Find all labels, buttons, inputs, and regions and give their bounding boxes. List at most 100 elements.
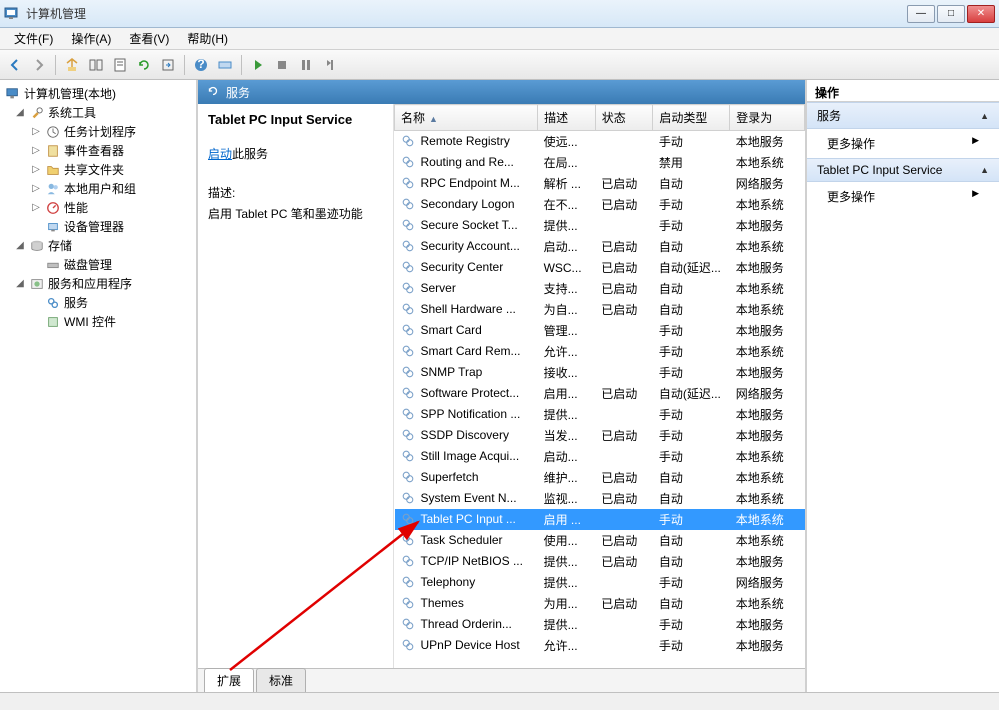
tree-disk-mgmt[interactable]: 磁盘管理 bbox=[2, 255, 194, 274]
tree-wmi[interactable]: WMI 控件 bbox=[2, 312, 194, 331]
service-logon: 本地系统 bbox=[730, 236, 805, 257]
service-row[interactable]: Smart Card管理...手动本地服务 bbox=[395, 320, 805, 341]
service-row[interactable]: Superfetch维护...已启动自动本地系统 bbox=[395, 467, 805, 488]
service-row[interactable]: TCP/IP NetBIOS ...提供...已启动自动本地服务 bbox=[395, 551, 805, 572]
forward-button[interactable] bbox=[28, 54, 50, 76]
service-row[interactable]: UPnP Device Host允许...手动本地服务 bbox=[395, 635, 805, 656]
tree-task-scheduler[interactable]: ▷任务计划程序 bbox=[2, 122, 194, 141]
service-row[interactable]: SNMP Trap接收...手动本地服务 bbox=[395, 362, 805, 383]
services-list[interactable]: 名称▲ 描述 状态 启动类型 登录为 Remote Registry使远...手… bbox=[394, 104, 805, 668]
service-row[interactable]: SSDP Discovery当发...已启动手动本地服务 bbox=[395, 425, 805, 446]
service-row[interactable]: Tablet PC Input ...启用 ...手动本地系统 bbox=[395, 509, 805, 530]
service-startup: 手动 bbox=[653, 614, 730, 635]
service-row[interactable]: Software Protect...启用...已启动自动(延迟...网络服务 bbox=[395, 383, 805, 404]
menu-view[interactable]: 查看(V) bbox=[121, 28, 177, 49]
tab-standard[interactable]: 标准 bbox=[256, 668, 306, 692]
tree-event-viewer[interactable]: ▷事件查看器 bbox=[2, 141, 194, 160]
column-header-name[interactable]: 名称▲ bbox=[395, 105, 538, 131]
collapse-icon[interactable]: ◢ bbox=[14, 278, 26, 289]
back-button[interactable] bbox=[4, 54, 26, 76]
export-button[interactable] bbox=[157, 54, 179, 76]
help-button[interactable]: ? bbox=[190, 54, 212, 76]
actions-section-services[interactable]: 服务 ▲ bbox=[807, 102, 999, 129]
properties-button[interactable] bbox=[109, 54, 131, 76]
tree-services-apps[interactable]: ◢服务和应用程序 bbox=[2, 274, 194, 293]
service-logon: 本地系统 bbox=[730, 488, 805, 509]
service-row[interactable]: RPC Endpoint M...解析 ...已启动自动网络服务 bbox=[395, 173, 805, 194]
pause-service-button[interactable] bbox=[295, 54, 317, 76]
service-startup: 手动 bbox=[653, 194, 730, 215]
service-status: 已启动 bbox=[595, 467, 653, 488]
expand-icon[interactable]: ▷ bbox=[30, 183, 42, 194]
service-desc: 提供... bbox=[538, 404, 596, 425]
service-row[interactable]: Remote Registry使远...手动本地服务 bbox=[395, 131, 805, 153]
service-row[interactable]: Shell Hardware ...为自...已启动自动本地系统 bbox=[395, 299, 805, 320]
service-row[interactable]: Smart Card Rem...允许...手动本地系统 bbox=[395, 341, 805, 362]
service-row[interactable]: Server支持...已启动自动本地系统 bbox=[395, 278, 805, 299]
start-service-link-row: 启动此服务 bbox=[208, 145, 383, 162]
collapse-icon[interactable]: ◢ bbox=[14, 240, 26, 251]
start-service-button[interactable] bbox=[247, 54, 269, 76]
tree-shared-folders[interactable]: ▷共享文件夹 bbox=[2, 160, 194, 179]
column-header-status[interactable]: 状态 bbox=[595, 105, 653, 131]
gear-icon bbox=[401, 533, 417, 549]
expand-icon[interactable]: ▷ bbox=[30, 126, 42, 137]
maximize-button[interactable]: □ bbox=[937, 5, 965, 23]
minimize-button[interactable]: — bbox=[907, 5, 935, 23]
tree-storage[interactable]: ◢存储 bbox=[2, 236, 194, 255]
service-row[interactable]: Secure Socket T...提供...手动本地服务 bbox=[395, 215, 805, 236]
expand-icon[interactable]: ▷ bbox=[30, 145, 42, 156]
show-hide-button[interactable] bbox=[85, 54, 107, 76]
connect-button[interactable] bbox=[214, 54, 236, 76]
column-header-startup[interactable]: 启动类型 bbox=[653, 105, 730, 131]
menu-help[interactable]: 帮助(H) bbox=[179, 28, 236, 49]
navigation-tree[interactable]: 计算机管理(本地) ◢ 系统工具 ▷任务计划程序 ▷事件查看器 ▷共享文件夹 ▷… bbox=[0, 80, 198, 692]
service-status bbox=[595, 404, 653, 425]
refresh-button[interactable] bbox=[133, 54, 155, 76]
service-startup: 手动 bbox=[653, 131, 730, 153]
service-desc: 为用... bbox=[538, 593, 596, 614]
tree-root[interactable]: 计算机管理(本地) bbox=[2, 84, 194, 103]
tab-extended[interactable]: 扩展 bbox=[204, 668, 254, 692]
tree-device-manager[interactable]: 设备管理器 bbox=[2, 217, 194, 236]
service-row[interactable]: Still Image Acqui...启动...手动本地系统 bbox=[395, 446, 805, 467]
service-logon: 本地系统 bbox=[730, 530, 805, 551]
service-row[interactable]: System Event N...监视...已启动自动本地系统 bbox=[395, 488, 805, 509]
restart-service-button[interactable] bbox=[319, 54, 341, 76]
service-row[interactable]: SPP Notification ...提供...手动本地服务 bbox=[395, 404, 805, 425]
menu-file[interactable]: 文件(F) bbox=[6, 28, 61, 49]
service-row[interactable]: Telephony提供...手动网络服务 bbox=[395, 572, 805, 593]
menu-action[interactable]: 操作(A) bbox=[63, 28, 119, 49]
expand-icon[interactable]: ▷ bbox=[30, 202, 42, 213]
tree-performance[interactable]: ▷性能 bbox=[2, 198, 194, 217]
stop-service-button[interactable] bbox=[271, 54, 293, 76]
svg-text:?: ? bbox=[197, 57, 204, 71]
actions-more-selected[interactable]: 更多操作 ▶ bbox=[807, 182, 999, 211]
service-desc: 启动... bbox=[538, 446, 596, 467]
sort-asc-icon: ▲ bbox=[429, 114, 438, 124]
start-service-link[interactable]: 启动 bbox=[208, 147, 232, 161]
tree-system-tools[interactable]: ◢ 系统工具 bbox=[2, 103, 194, 122]
service-row[interactable]: Themes为用...已启动自动本地系统 bbox=[395, 593, 805, 614]
service-row[interactable]: Task Scheduler使用...已启动自动本地系统 bbox=[395, 530, 805, 551]
refresh-small-icon bbox=[206, 84, 220, 101]
service-row[interactable]: Routing and Re...在局...禁用本地系统 bbox=[395, 152, 805, 173]
service-row[interactable]: Thread Orderin...提供...手动本地服务 bbox=[395, 614, 805, 635]
tree-local-users[interactable]: ▷本地用户和组 bbox=[2, 179, 194, 198]
service-desc: WSC... bbox=[538, 257, 596, 278]
service-row[interactable]: Security Account...启动...已启动自动本地系统 bbox=[395, 236, 805, 257]
expand-icon[interactable]: ▷ bbox=[30, 164, 42, 175]
gear-icon bbox=[401, 344, 417, 360]
tree-services[interactable]: 服务 bbox=[2, 293, 194, 312]
service-name: SNMP Trap bbox=[421, 365, 483, 379]
up-button[interactable] bbox=[61, 54, 83, 76]
service-row[interactable]: Secondary Logon在不...已启动手动本地系统 bbox=[395, 194, 805, 215]
column-header-desc[interactable]: 描述 bbox=[538, 105, 596, 131]
column-header-logon[interactable]: 登录为 bbox=[730, 105, 805, 131]
actions-section-selected[interactable]: Tablet PC Input Service ▲ bbox=[807, 158, 999, 182]
collapse-icon[interactable]: ◢ bbox=[14, 107, 26, 118]
close-button[interactable]: ✕ bbox=[967, 5, 995, 23]
service-row[interactable]: Security CenterWSC...已启动自动(延迟...本地服务 bbox=[395, 257, 805, 278]
service-status: 已启动 bbox=[595, 488, 653, 509]
actions-more-services[interactable]: 更多操作 ▶ bbox=[807, 129, 999, 158]
